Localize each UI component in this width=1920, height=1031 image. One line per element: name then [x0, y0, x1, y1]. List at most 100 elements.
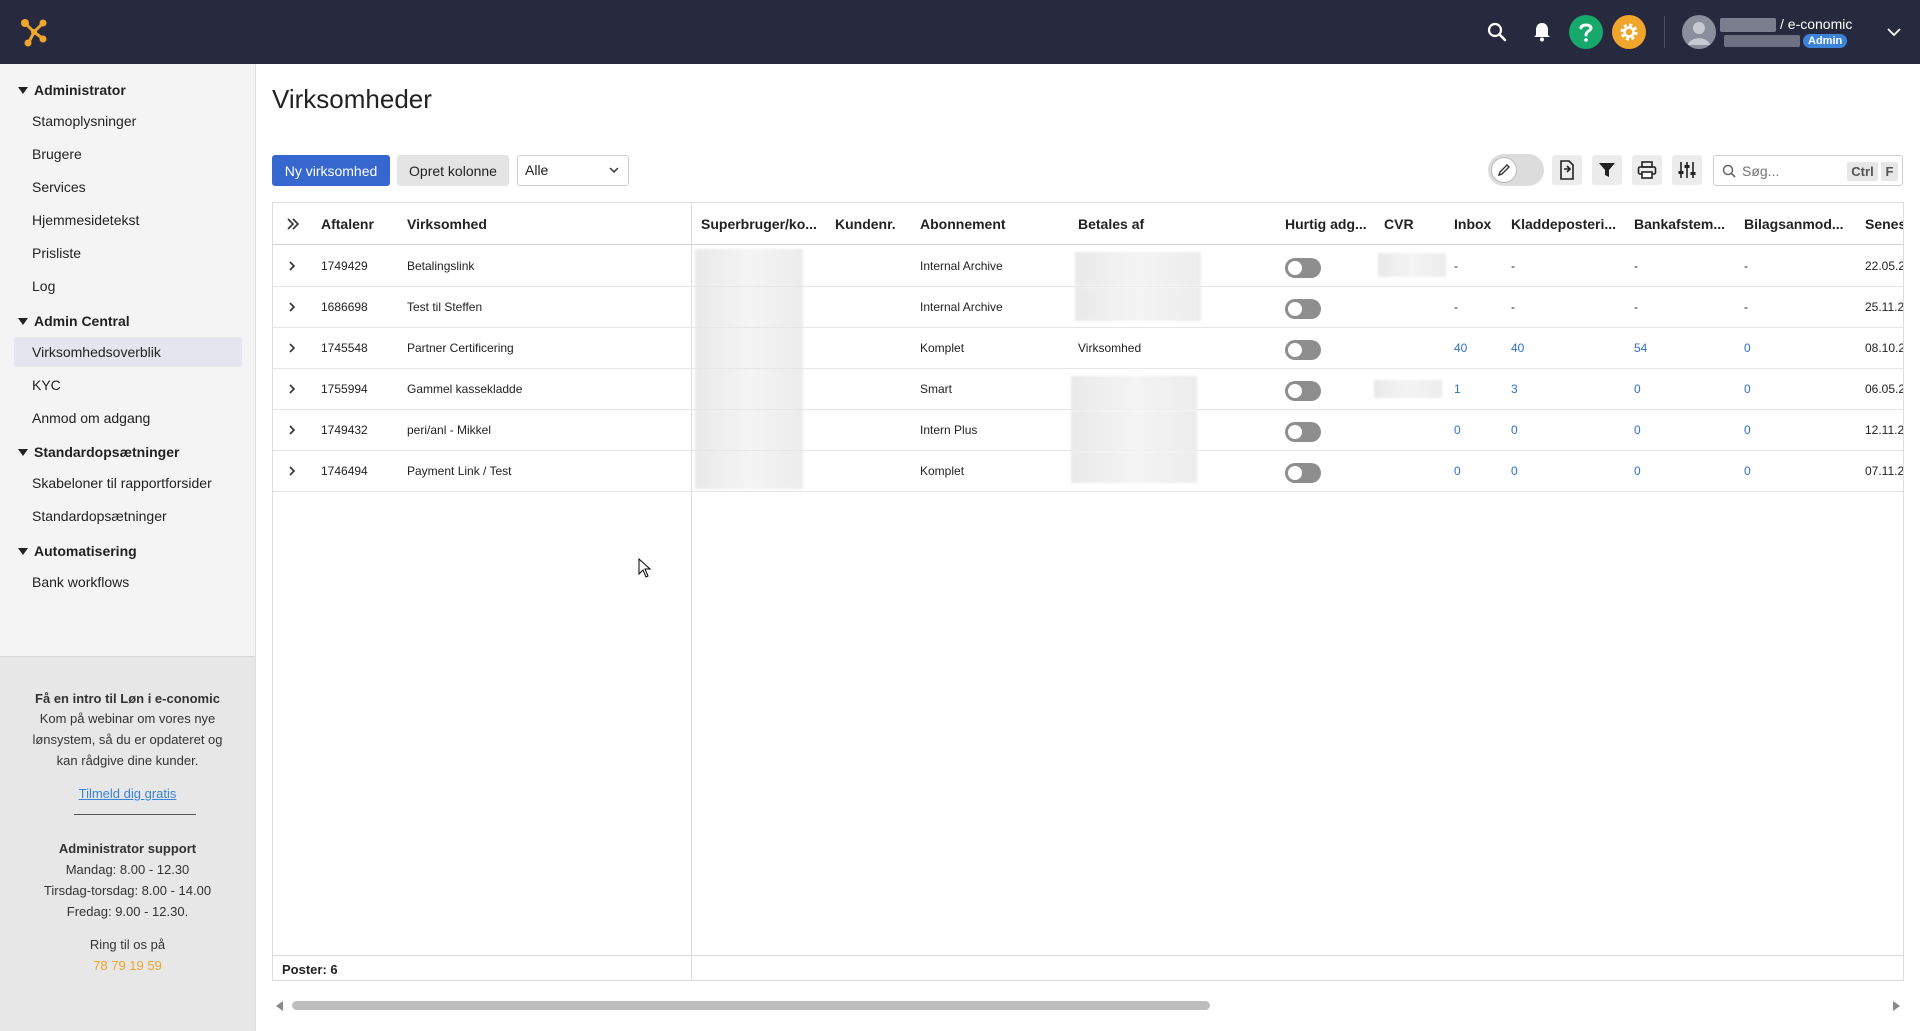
filter-select[interactable]: Alle [517, 155, 629, 186]
cell-senest: 07.11.2 [1865, 464, 1904, 478]
sidebar-item-log[interactable]: Log [14, 271, 242, 301]
betales-af-redacted [1071, 410, 1197, 451]
column-header-cvr[interactable]: CVR [1384, 203, 1434, 245]
cell-bankafstemning[interactable]: 0 [1634, 369, 1641, 410]
cell-bankafstemning[interactable]: 0 [1634, 451, 1641, 492]
cell-virksomhed[interactable]: Betalingslink [407, 246, 474, 287]
gear-icon[interactable] [1612, 15, 1646, 49]
cell-kladdeposteringer[interactable]: 0 [1511, 451, 1518, 492]
sidebar-item-kyc[interactable]: KYC [14, 370, 242, 400]
sidebar-item-skabeloner[interactable]: Skabeloner til rapportforsider [14, 468, 242, 498]
column-header-kundenr[interactable]: Kundenr. [835, 203, 903, 245]
expand-all-icon[interactable] [285, 216, 301, 232]
hurtig-adgang-toggle[interactable] [1285, 299, 1321, 319]
cell-virksomhed[interactable]: Test til Steffen [407, 287, 482, 328]
cell-bilagsanmodning[interactable]: 0 [1744, 328, 1751, 369]
cell-bilagsanmodning[interactable]: 0 [1744, 451, 1751, 492]
column-header-hurtig-adgang[interactable]: Hurtig adg... [1285, 203, 1373, 245]
sidebar-section-automatisering[interactable]: Automatisering [18, 543, 137, 559]
search-icon[interactable] [1481, 16, 1513, 48]
column-header-aftalenr[interactable]: Aftalenr [321, 203, 401, 245]
column-header-inbox[interactable]: Inbox [1454, 203, 1504, 245]
cell-kladdeposteringer[interactable]: 0 [1511, 410, 1518, 451]
cell-inbox[interactable]: 0 [1454, 410, 1461, 451]
sidebar-item-bank-workflows[interactable]: Bank workflows [14, 567, 242, 597]
support-hours-1: Mandag: 8.00 - 12.30 [65, 862, 190, 877]
search-input[interactable] [1742, 161, 1842, 181]
horizontal-scrollbar[interactable] [272, 998, 1904, 1014]
export-icon[interactable] [1552, 155, 1582, 185]
filter-icon[interactable] [1592, 155, 1622, 185]
cell-virksomhed[interactable]: Partner Certificering [407, 328, 514, 369]
column-header-bilagsanmodning[interactable]: Bilagsanmod... [1744, 203, 1850, 245]
hurtig-adgang-toggle[interactable] [1285, 463, 1321, 483]
sidebar-item-stamoplysninger[interactable]: Stamoplysninger [14, 106, 242, 136]
print-icon[interactable] [1632, 155, 1662, 185]
column-header-kladdeposteringer[interactable]: Kladdeposteri... [1511, 203, 1623, 245]
sidebar-item-standardopsaetninger[interactable]: Standardopsætninger [14, 501, 242, 531]
cell-bankafstemning[interactable]: 54 [1634, 328, 1647, 369]
sidebar-item-brugere[interactable]: Brugere [14, 139, 242, 169]
scrollbar-thumb[interactable] [292, 1001, 1210, 1010]
table-row[interactable]: 1746494 Payment Link / Test Komplet 0 0 … [273, 451, 1904, 492]
promo-signup-link[interactable]: Tilmeld dig gratis [79, 786, 177, 801]
cell-bankafstemning[interactable]: 0 [1634, 410, 1641, 451]
column-header-abonnement[interactable]: Abonnement [920, 203, 1050, 245]
cell-aftalenr: 1749432 [321, 423, 368, 437]
cell-inbox[interactable]: 0 [1454, 451, 1461, 492]
promo-text-3: kan rådgive dine kunder. [56, 753, 199, 768]
create-column-button[interactable]: Opret kolonne [397, 155, 509, 186]
cell-kladdeposteringer[interactable]: 3 [1511, 369, 1518, 410]
column-header-virksomhed[interactable]: Virksomhed [407, 203, 677, 245]
cell-virksomhed[interactable]: peri/anl - Mikkel [407, 410, 491, 451]
column-header-bankafstemning[interactable]: Bankafstem... [1634, 203, 1732, 245]
e-conomic-logo-icon[interactable] [18, 16, 50, 48]
chevron-down-icon[interactable] [1884, 22, 1904, 42]
sidebar-item-services[interactable]: Services [14, 172, 242, 202]
scroll-left-icon[interactable] [276, 1001, 283, 1011]
hurtig-adgang-toggle[interactable] [1285, 258, 1321, 278]
chevron-right-icon[interactable] [285, 341, 299, 355]
chevron-right-icon[interactable] [285, 382, 299, 396]
chevron-right-icon[interactable] [285, 423, 299, 437]
promo-text-2: lønsystem, så du er opdateret og [32, 732, 223, 747]
column-header-superbruger[interactable]: Superbruger/ko... [701, 203, 829, 245]
scroll-right-icon[interactable] [1893, 1001, 1900, 1011]
column-header-betales-af[interactable]: Betales af [1078, 203, 1258, 245]
sidebar-item-anmod-om-adgang[interactable]: Anmod om adgang [14, 403, 242, 433]
sidebar-section-administrator[interactable]: Administrator [18, 82, 126, 98]
hurtig-adgang-toggle[interactable] [1285, 340, 1321, 360]
support-phone[interactable]: 78 79 19 59 [0, 958, 255, 973]
cell-bilagsanmodning[interactable]: 0 [1744, 369, 1751, 410]
table-row[interactable]: 1745548 Partner Certificering Komplet Vi… [273, 328, 1903, 369]
cell-inbox[interactable]: 1 [1454, 369, 1461, 410]
avatar-icon[interactable] [1682, 15, 1716, 49]
hurtig-adgang-toggle[interactable] [1285, 381, 1321, 401]
table-row[interactable]: 1749432 peri/anl - Mikkel Intern Plus 0 … [273, 410, 1903, 451]
table-row[interactable]: 1749429 Betalingslink Internal Archive -… [273, 246, 1903, 287]
sidebar-section-admin-central[interactable]: Admin Central [18, 313, 130, 329]
cell-inbox[interactable]: 40 [1454, 328, 1467, 369]
sidebar-item-prisliste[interactable]: Prisliste [14, 238, 242, 268]
cell-virksomhed[interactable]: Gammel kassekladde [407, 369, 522, 410]
settings-sliders-icon[interactable] [1672, 155, 1702, 185]
bell-icon[interactable] [1526, 16, 1558, 48]
edit-mode-toggle[interactable] [1488, 154, 1544, 186]
cell-kladdeposteringer[interactable]: 40 [1511, 328, 1524, 369]
table-row[interactable]: 1755994 Gammel kassekladde Smart 1 3 0 0… [273, 369, 1903, 410]
new-company-button[interactable]: Ny virksomhed [272, 155, 390, 186]
chevron-right-icon[interactable] [285, 464, 299, 478]
cell-virksomhed[interactable]: Payment Link / Test [407, 451, 512, 492]
column-header-senest[interactable]: Senes [1865, 203, 1903, 245]
help-icon[interactable] [1569, 15, 1603, 49]
sidebar-item-hjemmesidetekst[interactable]: Hjemmesidetekst [14, 205, 242, 235]
chevron-right-icon[interactable] [285, 259, 299, 273]
sidebar-section-standardopsaetninger[interactable]: Standardopsætninger [18, 444, 179, 460]
table-row[interactable]: 1686698 Test til Steffen Internal Archiv… [273, 287, 1903, 328]
cell-kladdeposteringer: - [1511, 300, 1515, 314]
sidebar-item-virksomhedsoverblik[interactable]: Virksomhedsoverblik [14, 337, 242, 367]
record-count: Poster: 6 [282, 962, 338, 977]
hurtig-adgang-toggle[interactable] [1285, 422, 1321, 442]
chevron-right-icon[interactable] [285, 300, 299, 314]
cell-bilagsanmodning[interactable]: 0 [1744, 410, 1751, 451]
